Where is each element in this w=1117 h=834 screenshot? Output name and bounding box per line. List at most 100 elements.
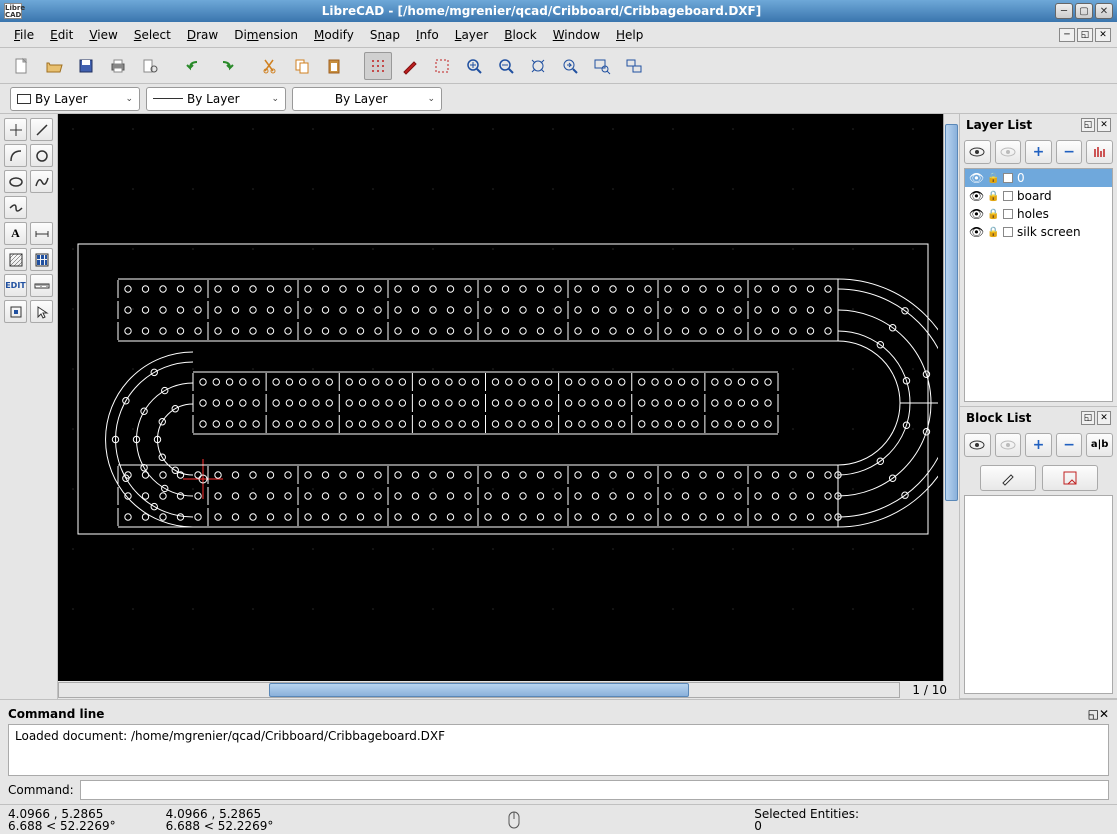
tool-line[interactable] [30,118,53,141]
color-swatch [1003,191,1013,201]
layer-row[interactable]: 👁🔒holes [965,205,1112,223]
lock-icon[interactable]: 🔒 [987,227,999,238]
menu-dimension[interactable]: Dimension [226,25,306,45]
layer-add[interactable]: + [1025,140,1052,164]
block-panel-close[interactable]: ✕ [1097,411,1111,425]
lock-icon[interactable]: 🔒 [987,209,999,220]
lock-icon[interactable]: 🔒 [987,173,999,184]
menu-file[interactable]: File [6,25,42,45]
print-button[interactable] [104,52,132,80]
command-input[interactable] [80,780,1109,800]
tool-polyline[interactable] [4,196,27,219]
cut-button[interactable] [256,52,284,80]
tool-spline[interactable] [30,170,53,193]
block-panel-undock[interactable]: ◱ [1081,411,1095,425]
menu-help[interactable]: Help [608,25,651,45]
block-edit[interactable] [980,465,1036,491]
zoom-in-button[interactable] [460,52,488,80]
layer-list[interactable]: 👁🔒0👁🔒board👁🔒holes👁🔒silk screen [964,168,1113,402]
layer-panel-undock[interactable]: ◱ [1081,118,1095,132]
menu-select[interactable]: Select [126,25,179,45]
maximize-button[interactable]: ▢ [1075,3,1093,19]
drawing-canvas[interactable] [58,114,943,681]
redraw-button[interactable] [428,52,456,80]
mdi-minimize[interactable]: ─ [1059,28,1075,42]
print-preview-button[interactable] [136,52,164,80]
menubar: File Edit View Select Draw Dimension Mod… [0,22,1117,48]
linewidth-combo[interactable]: By Layer⌄ [146,87,286,111]
commandline-undock[interactable]: ◱ [1088,707,1099,721]
color-combo[interactable]: By Layer⌄ [10,87,140,111]
statusbar: 4.0966 , 5.28656.688 < 52.2269° 4.0966 ,… [0,804,1117,834]
menu-view[interactable]: View [81,25,125,45]
zoom-auto-button[interactable] [524,52,552,80]
layer-show-all[interactable] [964,140,991,164]
tool-point[interactable] [4,118,27,141]
menu-snap[interactable]: Snap [362,25,408,45]
zoom-out-button[interactable] [492,52,520,80]
menu-block[interactable]: Block [496,25,544,45]
close-button[interactable]: ✕ [1095,3,1113,19]
copy-button[interactable] [288,52,316,80]
mdi-restore[interactable]: ◱ [1077,28,1093,42]
linetype-combo[interactable]: By Layer⌄ [292,87,442,111]
undo-button[interactable] [180,52,208,80]
tool-ellipse[interactable] [4,170,27,193]
block-remove[interactable]: − [1056,433,1083,457]
menu-draw[interactable]: Draw [179,25,226,45]
vertical-scrollbar[interactable] [943,114,959,681]
block-insert[interactable] [1042,465,1098,491]
open-button[interactable] [40,52,68,80]
layer-panel-close[interactable]: ✕ [1097,118,1111,132]
tool-measure[interactable] [30,274,53,297]
layer-row[interactable]: 👁🔒silk screen [965,223,1112,241]
layer-hide-all[interactable] [995,140,1022,164]
eye-icon[interactable]: 👁 [969,225,983,239]
eye-icon[interactable]: 👁 [969,207,983,221]
block-show-all[interactable] [964,433,991,457]
menu-edit[interactable]: Edit [42,25,81,45]
tool-hatch[interactable] [4,248,27,271]
tool-image[interactable] [30,248,53,271]
save-button[interactable] [72,52,100,80]
layer-edit[interactable] [1086,140,1113,164]
block-hide-all[interactable] [995,433,1022,457]
menu-window[interactable]: Window [545,25,608,45]
tool-text[interactable]: A [4,222,27,245]
menu-layer[interactable]: Layer [447,25,496,45]
grid-toggle-button[interactable] [364,52,392,80]
minimize-button[interactable]: ─ [1055,3,1073,19]
tool-dimension[interactable] [30,222,53,245]
redo-button[interactable] [212,52,240,80]
layer-row[interactable]: 👁 🔒 board [965,187,1112,205]
draft-mode-button[interactable] [396,52,424,80]
commandline-close[interactable]: ✕ [1099,707,1109,721]
eye-icon[interactable]: 👁 [969,189,983,203]
layer-row[interactable]: 👁 🔒 0 [965,169,1112,187]
paste-button[interactable] [320,52,348,80]
horizontal-scrollbar[interactable] [58,682,900,698]
lock-icon[interactable]: 🔒 [987,191,999,202]
menu-info[interactable]: Info [408,25,447,45]
block-list[interactable] [964,495,1113,695]
menu-modify[interactable]: Modify [306,25,362,45]
left-toolbox: A EDIT [0,114,58,699]
layer-name: 0 [1017,171,1025,185]
zoom-previous-button[interactable] [556,52,584,80]
eye-icon[interactable]: 👁 [969,171,983,185]
color-swatch [1003,209,1013,219]
layer-panel-title: Layer List [966,118,1032,132]
tool-circle[interactable] [30,144,53,167]
block-add[interactable]: + [1025,433,1052,457]
tool-arc[interactable] [4,144,27,167]
mdi-close[interactable]: ✕ [1095,28,1111,42]
tool-select[interactable] [30,300,53,323]
layer-remove[interactable]: − [1056,140,1083,164]
block-rename[interactable]: a|b [1086,433,1113,457]
layer-name: board [1017,189,1052,203]
zoom-pan-button[interactable] [620,52,648,80]
tool-block[interactable] [4,300,27,323]
tool-edit[interactable]: EDIT [4,274,27,297]
zoom-window-button[interactable] [588,52,616,80]
new-button[interactable] [8,52,36,80]
